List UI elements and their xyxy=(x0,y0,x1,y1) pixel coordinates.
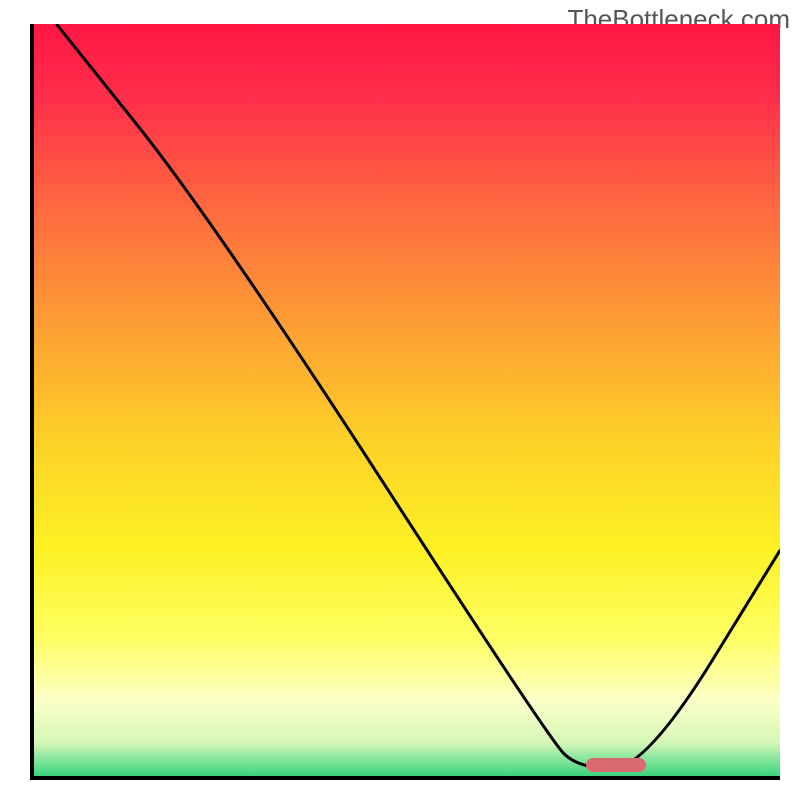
plot-area xyxy=(34,24,780,776)
optimal-range-marker xyxy=(586,758,646,772)
chart-container: TheBottleneck.com xyxy=(0,0,800,800)
bottleneck-curve xyxy=(34,24,780,776)
